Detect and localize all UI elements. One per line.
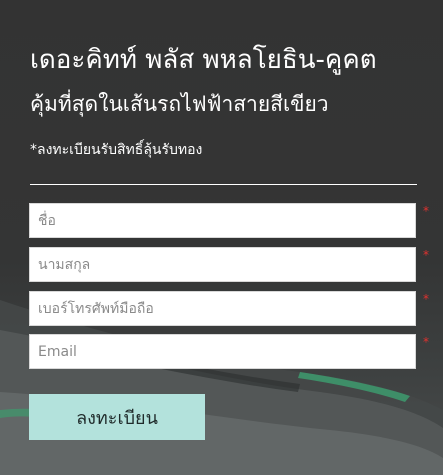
page-title: เดอะคิทท์ พลัส พหลโยธิน-คูคต bbox=[30, 45, 377, 75]
first-name-input[interactable] bbox=[29, 203, 416, 238]
register-button[interactable]: ลงทะเบียน bbox=[29, 394, 205, 440]
last-name-input[interactable] bbox=[29, 247, 416, 282]
last-name-required-mark: * bbox=[423, 248, 429, 262]
promo-note: *ลงทะเบียนรับสิทธิ์ลุ้นรับทอง bbox=[30, 142, 203, 158]
first-name-required-mark: * bbox=[423, 204, 429, 218]
page-subtitle: คุ้มที่สุดในเส้นรถไฟฟ้าสายสีเขียว bbox=[30, 92, 329, 116]
phone-input[interactable] bbox=[29, 291, 416, 326]
email-required-mark: * bbox=[423, 335, 429, 349]
email-input[interactable] bbox=[29, 334, 416, 369]
registration-panel: เดอะคิทท์ พลัส พหลโยธิน-คูคต คุ้มที่สุดใ… bbox=[0, 0, 443, 475]
phone-required-mark: * bbox=[423, 292, 429, 306]
header-divider bbox=[30, 184, 417, 185]
